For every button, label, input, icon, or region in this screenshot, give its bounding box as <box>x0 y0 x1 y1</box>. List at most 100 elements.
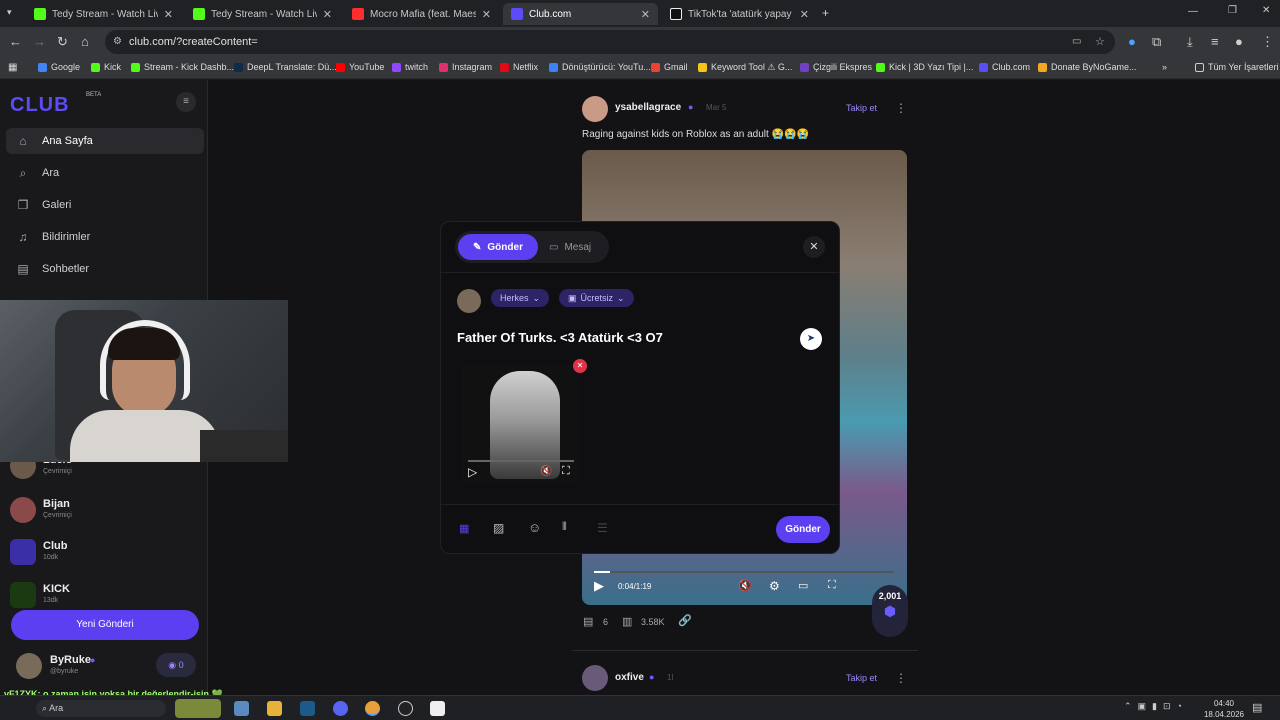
sidebar-item-chats[interactable]: ▤ Sohbetler <box>6 256 204 282</box>
bookmark-item[interactable]: Kick <box>91 62 121 72</box>
more-icon[interactable]: ⋮ <box>895 671 907 685</box>
send-button[interactable]: Gönder <box>776 516 830 543</box>
post-username[interactable]: oxfive <box>615 672 644 683</box>
mute-icon[interactable]: 🔇 <box>540 466 552 477</box>
forward-icon[interactable]: → <box>33 34 46 49</box>
tab-tiktok[interactable]: TikTok'ta 'atatürk yapay zeka c... ✕ <box>662 3 817 25</box>
address-bar[interactable]: ⚙ club.com/?createContent= ▭ ☆ <box>105 30 1115 54</box>
follow-button[interactable]: Takip et <box>846 103 877 113</box>
club-logo[interactable]: CLUB <box>10 94 70 117</box>
cast-icon[interactable]: ▭ <box>1072 30 1081 54</box>
remove-attachment-button[interactable]: ✕ <box>573 359 587 373</box>
new-tab-icon[interactable]: + <box>822 6 829 20</box>
comment-icon[interactable]: ▤ <box>583 615 593 628</box>
home-icon[interactable]: ⌂ <box>81 34 89 49</box>
chrome-icon[interactable] <box>365 701 380 716</box>
bookmark-item[interactable]: Instagram <box>439 62 492 72</box>
bookmark-item[interactable]: Netflix <box>500 62 538 72</box>
close-tab-icon[interactable]: ✕ <box>482 8 491 21</box>
site-info-icon[interactable]: ⚙ <box>113 30 122 54</box>
post-username[interactable]: ysabellagrace <box>615 102 681 113</box>
apps-grid-icon[interactable]: ▦ <box>8 62 17 73</box>
tab-kick-2[interactable]: Tedy Stream - Watch Live on Kick ✕ <box>185 3 340 25</box>
image-icon[interactable]: ▨ <box>493 521 504 535</box>
grammar-assistant-icon[interactable]: ➤ <box>800 328 822 350</box>
post-text-input[interactable]: Father Of Turks. <3 Atatürk <3 O7 <box>457 330 663 345</box>
audience-dropdown[interactable]: Herkes ⌄ <box>491 289 550 307</box>
play-icon[interactable]: ▶ <box>594 578 604 594</box>
sidebar-item-search[interactable]: ⌕ Ara <box>6 160 204 186</box>
fullscreen-icon[interactable]: ⛶ <box>828 579 836 592</box>
app-icon[interactable] <box>430 701 445 716</box>
avatar[interactable] <box>582 665 608 691</box>
tab-search-icon[interactable]: ▾ <box>7 7 12 18</box>
extensions-puzzle-icon[interactable]: ⧉ <box>1152 34 1161 50</box>
bookmark-item[interactable]: Dönüştürücü: YouTu... <box>549 62 651 72</box>
bookmark-item[interactable]: twitch <box>392 62 428 72</box>
tab-send[interactable]: ✎ Gönder <box>458 234 538 260</box>
tab-message[interactable]: ▭ Mesaj <box>549 234 605 260</box>
poll-icon[interactable]: ☰ <box>597 521 608 535</box>
close-tab-icon[interactable]: ✕ <box>323 8 332 21</box>
settings-gear-icon[interactable]: ⚙ <box>769 579 780 593</box>
discord-icon[interactable] <box>333 701 348 716</box>
download-icon[interactable]: ⤓ <box>1187 34 1193 50</box>
notification-icon[interactable]: ▤ <box>1252 701 1262 714</box>
friend-item[interactable]: Bijan Çevrimiçi <box>10 495 200 525</box>
tab-kick-1[interactable]: Tedy Stream - Watch Live on Kick ✕ <box>26 3 181 25</box>
bookmark-item[interactable]: Google <box>38 62 80 72</box>
user-card[interactable]: ByRuke ● @byruke ◉ 0 <box>10 650 200 684</box>
bookmark-item[interactable]: Gmail <box>651 62 688 72</box>
attached-video-thumbnail[interactable]: ▷ 🔇 ⛶ <box>462 365 580 483</box>
bookmark-star-icon[interactable]: ☆ <box>1095 30 1105 54</box>
profile-avatar[interactable]: ● <box>1235 34 1243 49</box>
bookmark-item[interactable]: Club.com <box>979 62 1030 72</box>
new-post-button[interactable]: Yeni Gönderi <box>11 610 199 640</box>
bookmark-item[interactable]: Kick | 3D Yazı Tipi |... <box>876 62 973 72</box>
avatar[interactable] <box>582 96 608 122</box>
more-bookmarks-icon[interactable]: » <box>1162 62 1167 72</box>
close-window-icon[interactable]: ✕ <box>1262 5 1270 16</box>
reload-icon[interactable]: ↻ <box>57 34 68 50</box>
bookmark-item[interactable]: Donate ByNoGame... <box>1038 62 1137 72</box>
close-tab-icon[interactable]: ✕ <box>164 8 173 21</box>
friend-item[interactable]: KICK 13dk <box>10 580 200 610</box>
video-progress-track[interactable] <box>468 460 574 462</box>
app-icon[interactable] <box>234 701 249 716</box>
friend-item[interactable]: Club 10dk <box>10 537 200 567</box>
close-tab-icon[interactable]: ✕ <box>641 8 650 21</box>
bookmark-item[interactable]: Keyword Tool ⚠ G... <box>698 62 792 73</box>
tab-youtube[interactable]: Mocro Mafia (feat. Maes) - YouTube ✕ <box>344 3 499 25</box>
obs-icon[interactable] <box>398 701 413 716</box>
sidebar-item-gallery[interactable]: ❐ Galeri <box>6 192 204 218</box>
points-badge[interactable]: ◉ 0 <box>156 653 196 677</box>
extension-icon[interactable]: ● <box>1128 34 1136 49</box>
bookmark-item[interactable]: YouTube <box>336 62 384 72</box>
bookmark-item[interactable]: DeepL Translate: Dü... <box>234 62 337 72</box>
play-icon[interactable]: ▷ <box>468 465 477 479</box>
system-tray-icons[interactable]: ⌃▣▮⊡◔ <box>1124 701 1188 712</box>
follow-button[interactable]: Takip et <box>846 673 877 683</box>
restore-icon[interactable]: ❐ <box>1228 5 1237 16</box>
more-icon[interactable]: ⋮ <box>895 101 907 115</box>
taskbar-clock[interactable]: 04:40 18.04.2026 <box>1204 698 1244 720</box>
all-bookmarks-folder[interactable]: Tüm Yer İşaretleri <box>1195 62 1279 72</box>
media-icon[interactable]: ≡ <box>1211 34 1219 49</box>
file-explorer-icon[interactable] <box>267 701 282 716</box>
taskbar-search[interactable]: ⌕ Ara <box>36 700 166 717</box>
steam-icon[interactable] <box>300 701 315 716</box>
minimize-icon[interactable]: — <box>1188 6 1198 17</box>
tab-club[interactable]: Club.com ✕ <box>503 3 658 25</box>
score-badge[interactable]: 2,001 ⬢ <box>872 585 908 637</box>
fullscreen-icon[interactable]: ⛶ <box>562 465 570 478</box>
bookmark-item[interactable]: Stream - Kick Dashb... <box>131 62 234 72</box>
video-progress-track[interactable] <box>594 571 894 573</box>
menu-dots-icon[interactable]: ⋮ <box>1261 34 1274 50</box>
price-dropdown[interactable]: ▣ Ücretsiz ⌄ <box>559 289 634 307</box>
sidebar-toggle-icon[interactable]: ≡ <box>176 92 196 112</box>
mute-icon[interactable]: 🔇 <box>738 579 752 592</box>
sidebar-item-home[interactable]: ⌂ Ana Sayfa <box>6 128 204 154</box>
link-icon[interactable]: 🔗 <box>678 614 692 627</box>
close-modal-button[interactable]: ✕ <box>803 236 825 258</box>
audio-waveform-icon[interactable]: ⦀ <box>562 521 567 534</box>
